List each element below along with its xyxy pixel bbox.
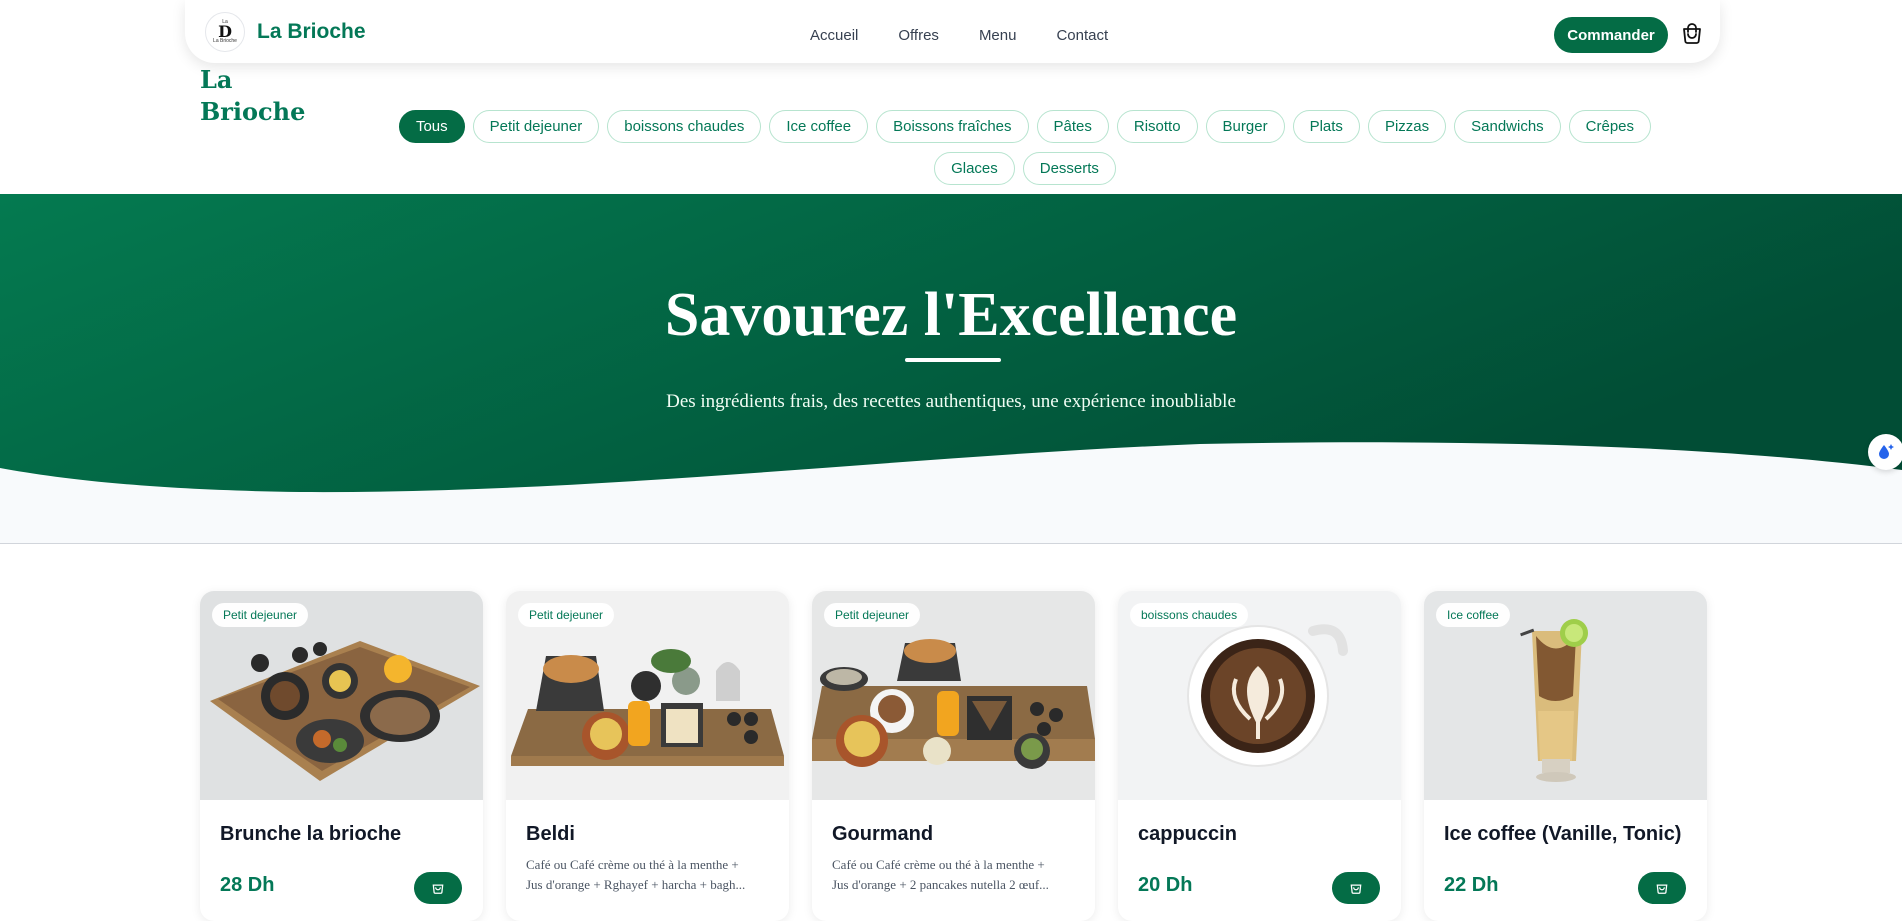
shopping-bag-icon	[1656, 884, 1668, 894]
product-name: Ice coffee (Vanille, Tonic)	[1444, 823, 1682, 845]
product-description-line: Jus d'orange + Rghayef + harcha + bagh..…	[526, 877, 746, 892]
category-chip-plats[interactable]: Plats	[1292, 110, 1360, 143]
shopping-bag-icon	[1350, 884, 1362, 894]
logo-icon: La D La Brioche	[205, 12, 245, 52]
main-menu: Accueil Offres Menu Contact	[810, 0, 1108, 70]
category-chip-pates[interactable]: Pâtes	[1036, 110, 1109, 143]
logo-letter: D	[218, 22, 232, 41]
droplet-sparkle-icon	[1879, 444, 1894, 459]
category-tag: Petit dejeuner	[212, 603, 309, 627]
category-chip-desserts[interactable]: Desserts	[1022, 152, 1116, 185]
add-to-cart-button[interactable]	[1638, 872, 1686, 904]
product-card[interactable]: Petit dejeuner Brunche la brioche 28 Dh	[200, 591, 483, 921]
category-chip-crepes[interactable]: Crêpes	[1568, 110, 1652, 143]
hero-background	[0, 194, 1902, 493]
product-card[interactable]: Petit dejeuner Beldi Café ou Café crème …	[506, 591, 789, 921]
top-navbar: La D La Brioche La Brioche Accueil Offre…	[185, 0, 1720, 63]
brand[interactable]: La D La Brioche La Brioche	[205, 12, 366, 52]
shopping-bag-icon	[432, 884, 444, 894]
category-tag: Petit dejeuner	[518, 603, 615, 627]
category-chip-tous[interactable]: Tous	[398, 110, 465, 143]
category-chip-glaces[interactable]: Glaces	[934, 152, 1015, 185]
hero-banner: Savourez l'Excellence Des ingrédients fr…	[0, 194, 1902, 544]
product-image-brunch-tray: Petit dejeuner	[200, 591, 483, 800]
category-chip-ice-coffee[interactable]: Ice coffee	[769, 110, 869, 143]
product-image-gourmand-tray: Petit dejeuner	[812, 591, 1095, 800]
product-description-line: Jus d'orange + 2 pancakes nutella 2 œuf.…	[832, 877, 1049, 892]
nav-link-menu[interactable]: Menu	[979, 27, 1017, 44]
category-chip-burger[interactable]: Burger	[1205, 110, 1285, 143]
product-name: cappuccin	[1138, 823, 1237, 845]
product-card[interactable]: Petit dejeuner Gourmand Café ou Café crè…	[812, 591, 1095, 921]
product-description-line: Café ou Café crème ou thé à la menthe +	[832, 857, 1045, 872]
brand-name: La Brioche	[257, 20, 366, 43]
product-name: Gourmand	[832, 823, 934, 845]
product-description: Café ou Café crème ou thé à la menthe + …	[526, 855, 771, 895]
category-chip-risotto[interactable]: Risotto	[1116, 110, 1198, 143]
product-description: Café ou Café crème ou thé à la menthe + …	[832, 855, 1077, 895]
add-to-cart-button[interactable]	[1332, 872, 1380, 904]
product-price: 28 Dh	[220, 874, 275, 896]
product-description-line: Café ou Café crème ou thé à la menthe +	[526, 857, 739, 872]
product-name: Beldi	[526, 823, 575, 845]
order-button[interactable]: Commander	[1554, 17, 1668, 53]
category-tag: Ice coffee	[1436, 603, 1510, 627]
product-image-ice-coffee: Ice coffee	[1424, 591, 1707, 800]
category-tag: boissons chaudes	[1130, 603, 1249, 627]
product-price: 22 Dh	[1444, 874, 1499, 896]
category-tag: Petit dejeuner	[824, 603, 921, 627]
nav-link-offres[interactable]: Offres	[898, 27, 939, 44]
category-chip-petit-dejeuner[interactable]: Petit dejeuner	[472, 110, 600, 143]
product-image-beldi-tray: Petit dejeuner	[506, 591, 789, 800]
product-grid: Petit dejeuner Brunche la brioche 28 Dh	[200, 591, 1707, 921]
product-card[interactable]: Ice coffee Ice coffee (Vanille, Tonic) 2…	[1424, 591, 1707, 921]
product-price: 20 Dh	[1138, 874, 1193, 896]
nav-link-accueil[interactable]: Accueil	[810, 27, 858, 44]
product-name: Brunche la brioche	[220, 823, 402, 845]
category-filter: Tous Petit dejeuner boissons chaudes Ice…	[380, 110, 1670, 185]
category-chip-boissons-chaudes[interactable]: boissons chaudes	[607, 110, 762, 143]
hero-divider	[905, 358, 1001, 362]
hero-title: Savourez l'Excellence	[664, 281, 1238, 349]
add-to-cart-button[interactable]	[414, 872, 462, 904]
category-chip-sandwichs[interactable]: Sandwichs	[1454, 110, 1561, 143]
hero-subtitle: Des ingrédients frais, des recettes auth…	[666, 391, 1236, 412]
product-card[interactable]: boissons chaudes cappuccin 20 Dh	[1118, 591, 1401, 921]
accessibility-widget-icon[interactable]	[1868, 434, 1902, 470]
logo-caption: La Brioche	[213, 38, 237, 44]
category-chip-pizzas[interactable]: Pizzas	[1367, 110, 1447, 143]
side-brand-title: La Brioche	[200, 65, 306, 126]
category-chip-boissons-fraiches[interactable]: Boissons fraîches	[876, 110, 1029, 143]
shopping-bag-icon[interactable]	[1680, 22, 1704, 46]
nav-link-contact[interactable]: Contact	[1056, 27, 1108, 44]
product-image-cappuccino: boissons chaudes	[1118, 591, 1401, 800]
